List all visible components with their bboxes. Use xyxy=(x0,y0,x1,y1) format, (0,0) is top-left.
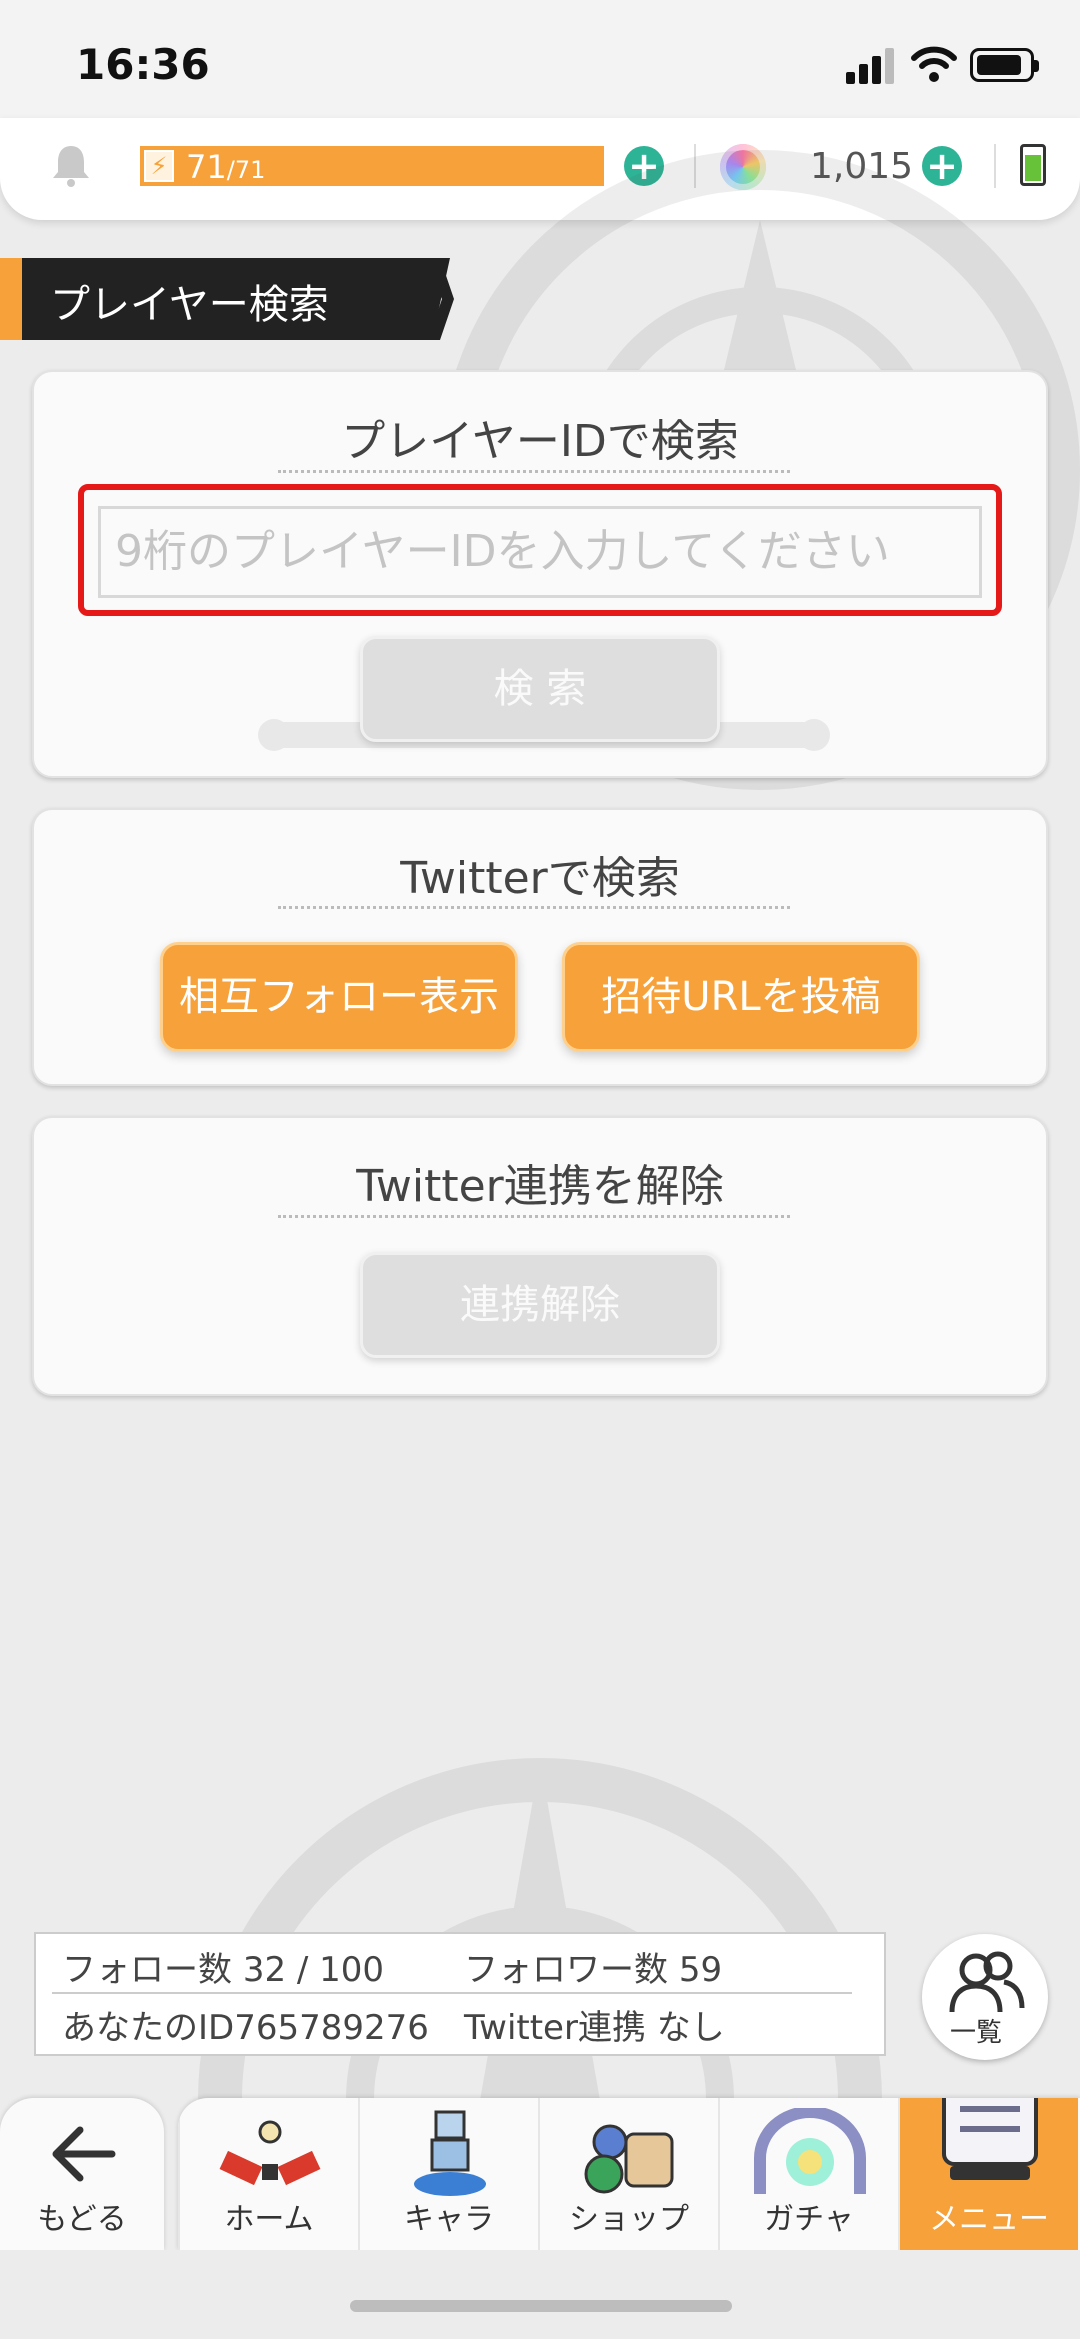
character-icon xyxy=(414,2110,486,2196)
cellular-signal-icon xyxy=(846,48,898,84)
tab-shop-label: ショップ xyxy=(569,2202,689,2237)
twitter-search-title: Twitterで検索 xyxy=(400,853,680,904)
tab-gacha-label: ガチャ xyxy=(764,2202,854,2237)
shop-bag-icon xyxy=(584,2124,674,2194)
mutual-follow-button[interactable]: 相互フォロー表示 xyxy=(160,942,518,1052)
search-button[interactable]: 検 索 xyxy=(360,636,720,742)
home-indicator[interactable] xyxy=(350,2300,732,2312)
unlink-button[interactable]: 連携解除 xyxy=(360,1252,720,1358)
section-header-accent xyxy=(0,258,22,340)
tab-characters-label: キャラ xyxy=(404,2202,494,2237)
tab-gacha[interactable]: ガチャ xyxy=(718,2098,898,2250)
gacha-portal-icon xyxy=(754,2108,866,2194)
home-indicator-area xyxy=(0,2250,1080,2339)
title-underline xyxy=(278,1215,790,1218)
tab-menu[interactable]: メニュー xyxy=(898,2098,1078,2250)
home-icon xyxy=(219,2120,321,2186)
battery-status-icon xyxy=(970,48,1039,82)
follower-count: フォロワー数 59 xyxy=(464,1950,723,1990)
twitter-link-status: Twitter連携 なし xyxy=(464,2008,725,2048)
twitter-unlink-title: Twitter連携を解除 xyxy=(356,1161,724,1212)
back-button[interactable]: もどる xyxy=(0,2098,164,2250)
people-icon xyxy=(949,1951,1025,2013)
follow-count: フォロー数 32 / 100 xyxy=(62,1950,385,1990)
title-underline xyxy=(278,470,790,473)
tab-shop[interactable]: ショップ xyxy=(538,2098,718,2250)
tab-characters[interactable]: キャラ xyxy=(358,2098,538,2250)
tab-home[interactable]: ホーム xyxy=(178,2098,358,2250)
bottom-nav: ホーム キャラ ショップ ガチャ メニュー xyxy=(178,2098,1080,2250)
bell-icon[interactable] xyxy=(50,142,92,188)
divider xyxy=(52,1992,852,1994)
tab-home-label: ホーム xyxy=(224,2202,314,2237)
friend-list-label: 一覧 xyxy=(950,2018,1003,2048)
wifi-icon xyxy=(911,46,957,82)
title-underline xyxy=(278,906,790,909)
clock: 16:36 xyxy=(76,40,210,89)
lightning-icon: ⚡ xyxy=(144,150,174,182)
post-invite-url-button[interactable]: 招待URLを投稿 xyxy=(562,942,920,1052)
page-title: プレイヤー検索 xyxy=(50,282,329,328)
tab-menu-label: メニュー xyxy=(929,2202,1049,2237)
arrow-left-icon xyxy=(52,2126,116,2182)
player-info-box: フォロー数 32 / 100 フォロワー数 59 あなたのID765789276… xyxy=(34,1932,886,2056)
player-id: あなたのID765789276 xyxy=(62,2008,429,2048)
menu-scroll-icon xyxy=(942,2098,1038,2180)
back-label: もどる xyxy=(37,2202,127,2237)
highlight-box xyxy=(78,484,1002,616)
id-search-title: プレイヤーIDで検索 xyxy=(341,416,739,467)
chevron-right-icon xyxy=(428,258,454,340)
